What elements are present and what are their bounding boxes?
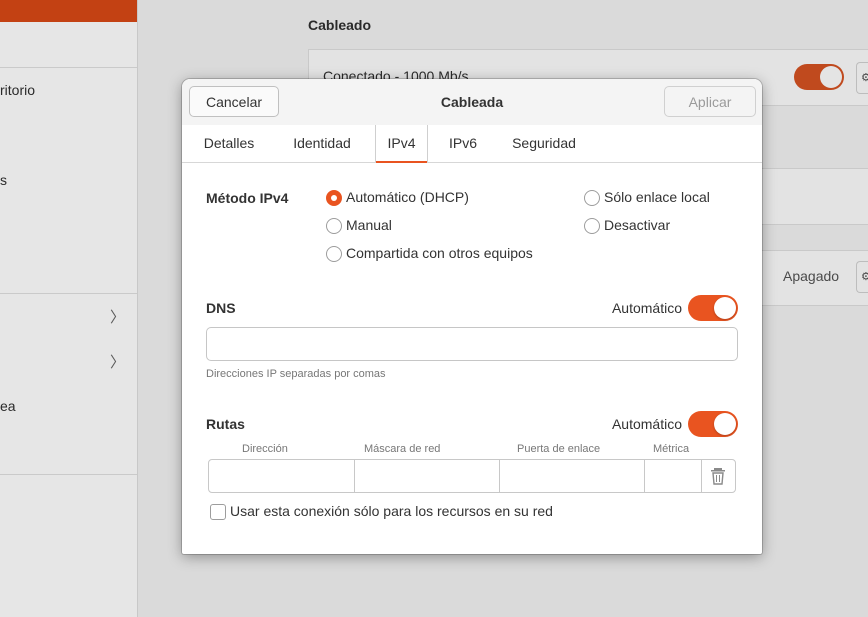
tab-ipv4[interactable]: IPv4 xyxy=(375,125,428,163)
wired-connection-dialog: Cancelar Cableada Aplicar Detalles Ident… xyxy=(182,79,762,554)
gear-icon[interactable]: ⚙ xyxy=(856,62,868,94)
radio-button[interactable] xyxy=(326,218,342,234)
sidebar-item-s[interactable]: s xyxy=(0,172,7,188)
proxy-status: Apagado xyxy=(783,268,840,284)
routes-label: Rutas xyxy=(206,416,245,432)
checkbox[interactable] xyxy=(210,504,226,520)
route-netmask-input[interactable] xyxy=(354,460,500,492)
routes-auto-toggle[interactable] xyxy=(688,411,738,437)
sidebar-active-item[interactable] xyxy=(0,0,137,22)
tab-details[interactable]: Detalles xyxy=(192,125,266,162)
dns-hint: Direcciones IP separadas por comas xyxy=(206,368,386,380)
radio-button[interactable] xyxy=(326,246,342,262)
tab-security[interactable]: Seguridad xyxy=(502,125,586,162)
chevron-right-icon[interactable]: 〉 xyxy=(110,351,125,372)
dialog-headerbar: Cancelar Cableada Aplicar xyxy=(182,79,762,126)
radio-button[interactable] xyxy=(326,190,342,206)
wired-toggle[interactable] xyxy=(794,64,844,90)
ipv4-method-label: Método IPv4 xyxy=(206,190,289,206)
radio-button[interactable] xyxy=(584,190,600,206)
dns-input[interactable] xyxy=(206,327,738,361)
toggle-knob xyxy=(714,297,736,319)
dns-auto-label: Automático xyxy=(611,300,682,316)
column-header-gateway: Puerta de enlace xyxy=(517,443,601,455)
column-header-metric: Métrica xyxy=(653,443,690,455)
wired-section-title: Cableado xyxy=(308,17,372,33)
sidebar-divider xyxy=(0,474,137,475)
sidebar: ritorio s 〉 〉 ea xyxy=(0,0,138,617)
chevron-right-icon[interactable]: 〉 xyxy=(110,306,125,327)
dns-auto-toggle[interactable] xyxy=(688,295,738,321)
trash-icon[interactable] xyxy=(708,465,728,487)
route-metric-input[interactable] xyxy=(644,460,702,492)
toggle-knob xyxy=(714,413,736,435)
dns-label: DNS xyxy=(206,300,236,316)
tab-bar: Detalles Identidad IPv4 IPv6 Seguridad xyxy=(182,125,762,163)
radio-button[interactable] xyxy=(584,218,600,234)
route-row xyxy=(208,459,736,493)
apply-button[interactable]: Aplicar xyxy=(664,86,756,117)
column-header-address: Dirección xyxy=(242,443,288,455)
toggle-knob xyxy=(820,66,842,88)
radio-label: Desactivar xyxy=(604,217,671,233)
radio-label: Sólo enlace local xyxy=(604,189,710,205)
column-header-netmask: Máscara de red xyxy=(364,443,441,455)
sidebar-item-ea[interactable]: ea xyxy=(0,398,16,414)
sidebar-divider xyxy=(0,67,137,68)
sidebar-item-desktop[interactable]: ritorio xyxy=(0,82,35,98)
tab-identity[interactable]: Identidad xyxy=(282,125,362,162)
checkbox-label: Usar esta conexión sólo para los recurso… xyxy=(230,503,553,519)
routes-auto-label: Automático xyxy=(611,416,682,432)
tab-ipv6[interactable]: IPv6 xyxy=(442,125,484,162)
route-address-input[interactable] xyxy=(209,460,355,492)
sidebar-divider xyxy=(0,293,137,294)
route-gateway-input[interactable] xyxy=(499,460,645,492)
gear-icon[interactable]: ⚙ xyxy=(856,261,868,293)
radio-label: Automático (DHCP) xyxy=(346,189,469,205)
radio-label: Manual xyxy=(346,217,392,233)
radio-label: Compartida con otros equipos xyxy=(346,245,533,261)
